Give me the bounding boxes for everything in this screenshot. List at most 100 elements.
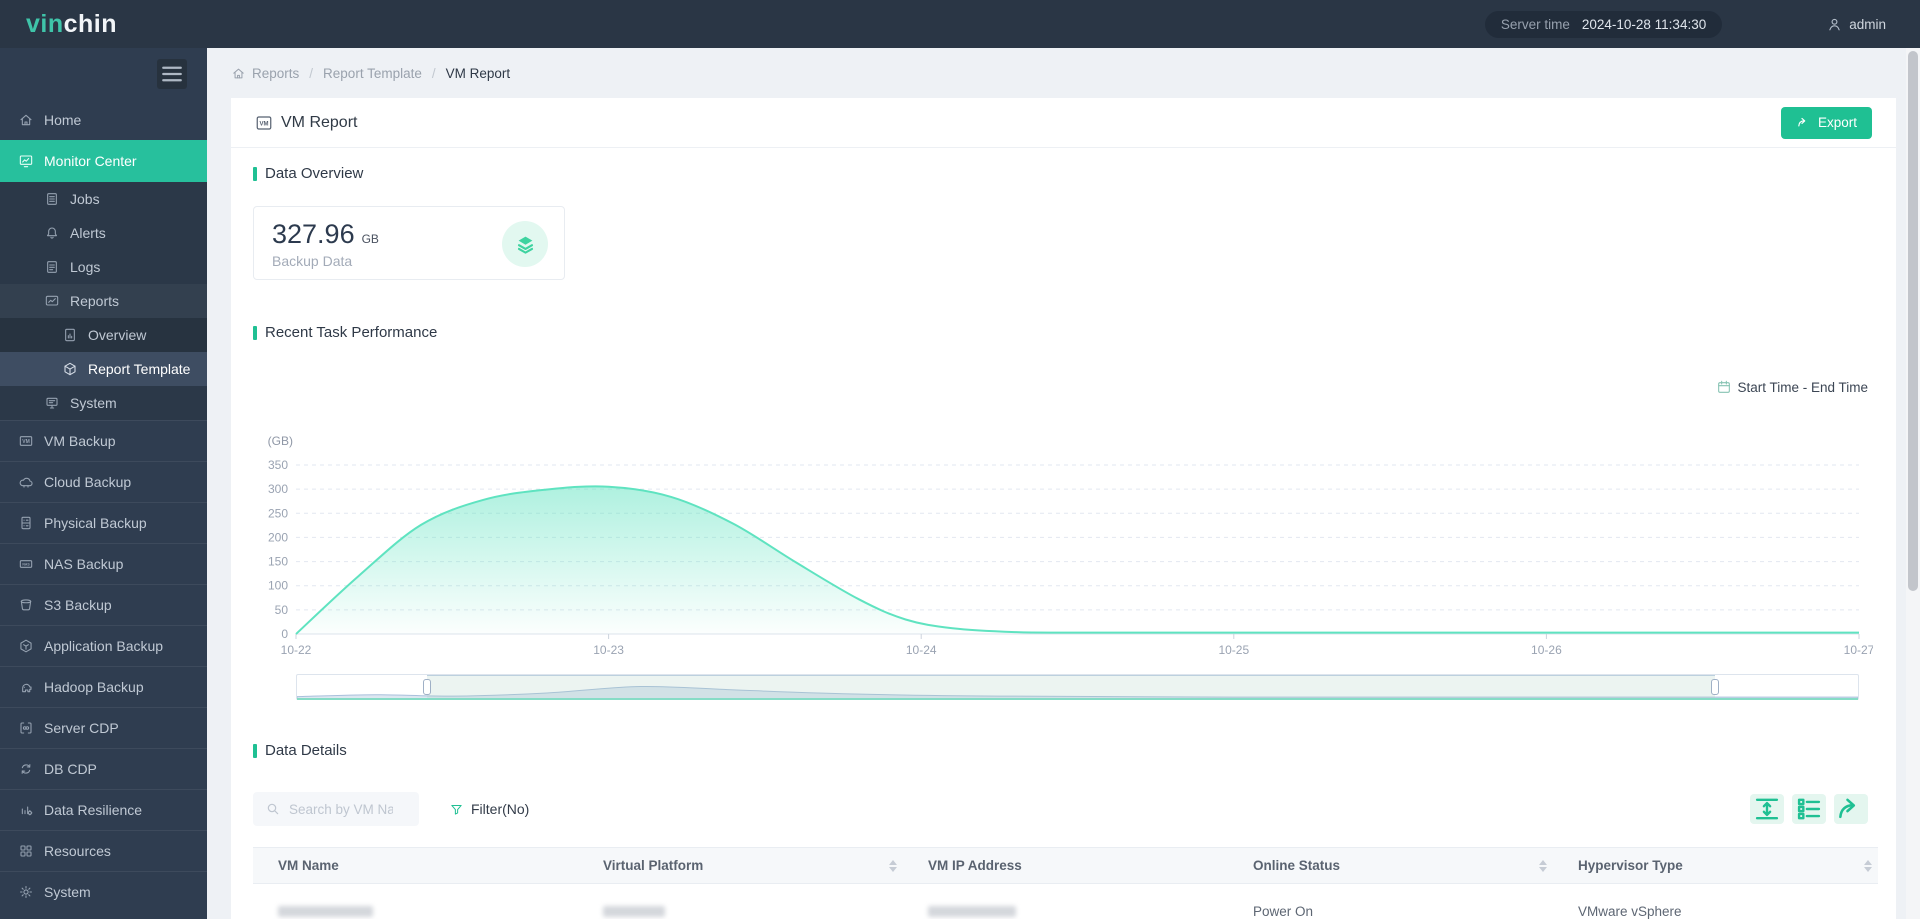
date-range-picker[interactable]: Start Time - End Time: [1716, 379, 1868, 395]
data-zoom-handle-left[interactable]: [422, 679, 431, 695]
hadoop-backup-icon: [18, 679, 34, 695]
svg-text:10-23: 10-23: [593, 643, 624, 657]
alerts-icon: [44, 225, 60, 241]
sidebar-item-application-backup[interactable]: Application Backup: [0, 625, 208, 668]
table-header-row: VM Name Virtual Platform VM IP Address Onli…: [253, 847, 1878, 884]
filter-button[interactable]: Filter(No): [449, 801, 529, 817]
sort-caret-icon[interactable]: [1539, 859, 1547, 872]
sidebar-item-label: Data Resilience: [44, 802, 143, 818]
logo-part-2: chin: [63, 9, 118, 38]
user-icon: [1826, 16, 1843, 33]
breadcrumb-reports[interactable]: Reports: [252, 66, 299, 81]
panel-header: VM VM Report Export: [231, 98, 1896, 148]
sidebar-item-data-resilience[interactable]: Data Resilience: [0, 789, 208, 832]
data-zoom-selection[interactable]: [426, 675, 1715, 699]
column-label: Hypervisor Type: [1578, 858, 1683, 873]
sidebar-item-logs[interactable]: Logs: [0, 250, 207, 284]
page-scrollbar: [1906, 48, 1920, 919]
scrollbar-thumb[interactable]: [1908, 51, 1918, 591]
data-zoom-baseline: [297, 698, 1858, 700]
table-toolbar: Filter(No): [253, 792, 1868, 826]
svg-text:150: 150: [268, 555, 288, 569]
cell-hypervisor-type: VMware vSphere: [1578, 903, 1682, 919]
export-button[interactable]: Export: [1780, 106, 1872, 139]
sidebar-item-system[interactable]: System: [0, 386, 207, 420]
sidebar-item-home[interactable]: Home: [0, 100, 207, 140]
section-data-details: Data Details: [253, 742, 347, 759]
server-time-pill: Server time 2024-10-28 11:34:30: [1484, 10, 1723, 38]
search-box[interactable]: [253, 792, 419, 826]
sidebar-item-db-cdp[interactable]: DB CDP: [0, 748, 208, 791]
table-header-hypervisor-type[interactable]: Hypervisor Type: [1553, 848, 1878, 883]
vinchin-logo: vinchin: [0, 10, 207, 39]
table-header-online-status[interactable]: Online Status: [1228, 848, 1553, 883]
svg-text:10-25: 10-25: [1218, 643, 1249, 657]
svg-text:0: 0: [281, 627, 288, 641]
data-zoom-handle-right[interactable]: [1710, 679, 1719, 695]
sidebar-item-jobs[interactable]: Jobs: [0, 182, 207, 216]
system-icon: [44, 395, 60, 411]
table-export-button[interactable]: [1834, 794, 1868, 824]
resources-icon: [18, 843, 34, 859]
sidebar-item-vm-backup[interactable]: VM VM Backup: [0, 420, 208, 463]
section-accent-bar: [253, 166, 257, 181]
table-header-virtual-platform[interactable]: Virtual Platform: [578, 848, 903, 883]
svg-text:10-26: 10-26: [1531, 643, 1562, 657]
sidebar-item-label: Report Template: [88, 361, 191, 377]
application-backup-icon: [18, 638, 34, 654]
overview-icon: [62, 327, 78, 343]
home-icon: [18, 112, 34, 128]
sidebar-item-server-cdp[interactable]: Server CDP: [0, 707, 208, 750]
column-label: Virtual Platform: [603, 858, 704, 873]
section-accent-bar: [253, 325, 257, 340]
sidebar-item-nas-backup[interactable]: NAS NAS Backup: [0, 543, 208, 586]
column-settings-button[interactable]: [1792, 794, 1826, 824]
sidebar-item-overview[interactable]: Overview: [0, 318, 207, 352]
logo-part-1: vin: [26, 9, 64, 38]
sidebar-item-physical-backup[interactable]: Physical Backup: [0, 502, 208, 545]
sidebar-item-label: VM Backup: [44, 433, 116, 449]
page-title-text: VM Report: [281, 113, 358, 131]
export-label: Export: [1817, 115, 1857, 130]
report-template-icon: [62, 361, 78, 377]
sidebar-item-alerts[interactable]: Alerts: [0, 216, 207, 250]
sidebar-item-report-template[interactable]: Report Template: [0, 352, 207, 386]
sort-caret-icon[interactable]: [889, 859, 897, 872]
backup-data-value: 327.96: [272, 219, 355, 249]
sidebar-item-system-settings[interactable]: System: [0, 871, 208, 914]
sidebar-item-hadoop-backup[interactable]: Hadoop Backup: [0, 666, 208, 709]
username: admin: [1849, 16, 1886, 32]
home-icon: [231, 66, 246, 81]
layers-icon: [502, 221, 548, 267]
topbar-right: Server time 2024-10-28 11:34:30 admin: [1484, 10, 1920, 50]
physical-backup-icon: [18, 515, 34, 531]
column-label: VM Name: [278, 858, 339, 873]
table-row: Power On VMware vSphere: [253, 884, 1878, 919]
breadcrumb-report-template[interactable]: Report Template: [323, 66, 422, 81]
sidebar-item-cloud-backup[interactable]: Cloud Backup: [0, 461, 208, 504]
row-height-button[interactable]: [1750, 794, 1784, 824]
topbar: vinchin Server time 2024-10-28 11:34:30 …: [0, 0, 1920, 50]
svg-text:VM: VM: [22, 439, 30, 445]
search-input[interactable]: [289, 801, 393, 817]
funnel-icon: [449, 802, 464, 817]
s3-backup-icon: [18, 597, 34, 613]
user-menu[interactable]: admin: [1826, 16, 1910, 44]
system-icon: [18, 884, 34, 900]
chart-data-zoom-slider[interactable]: [296, 674, 1859, 700]
vm-report-panel: VM VM Report Export Data Overview 327.96…: [231, 98, 1896, 919]
sidebar-collapse-button[interactable]: [157, 59, 187, 89]
table-actions: [1750, 794, 1868, 824]
svg-text:200: 200: [268, 530, 288, 544]
sort-caret-icon[interactable]: [1864, 859, 1872, 872]
table-header-vm-ip-address: VM IP Address: [903, 848, 1228, 883]
sidebar-menu: Home Monitor Center Jobs Alerts Logs Reports O…: [0, 100, 211, 914]
sidebar-item-monitor-center[interactable]: Monitor Center: [0, 140, 211, 182]
svg-text:250: 250: [268, 506, 288, 520]
sidebar-item-s3-backup[interactable]: S3 Backup: [0, 584, 208, 627]
sidebar-item-resources[interactable]: Resources: [0, 830, 208, 873]
breadcrumb-vm-report: VM Report: [445, 65, 511, 81]
breadcrumb-separator: /: [431, 65, 436, 81]
sidebar-item-label: Server CDP: [44, 720, 119, 736]
sidebar-item-reports[interactable]: Reports: [0, 284, 211, 321]
